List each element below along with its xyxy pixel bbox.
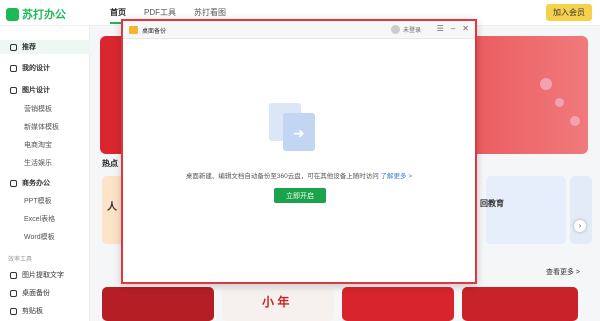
sidebar-item-new-media[interactable]: 新媒体模板	[0, 120, 90, 134]
dialog-title: 桌面备份	[142, 29, 167, 35]
scan-icon	[10, 271, 17, 279]
learn-more-link[interactable]: 了解更多 >	[381, 173, 413, 180]
sidebar: 推荐 我的设计 图片设计 营销模板 新媒体模板 电商淘宝 生活娱乐 商务办公 P…	[0, 26, 90, 321]
main-nav: 首页 PDF工具 苏打看图	[110, 7, 226, 24]
backup-illustration: ➜	[269, 103, 321, 151]
login-status[interactable]: 未登录	[390, 25, 421, 34]
logo-icon	[6, 7, 19, 21]
backup-icon	[10, 289, 17, 297]
sidebar-item-label: 推荐	[22, 44, 36, 51]
dialog-title-bar: 桌面备份 未登录 ☰ – ✕	[123, 21, 475, 39]
sidebar-item-lifestyle[interactable]: 生活娱乐	[0, 156, 90, 170]
template-card[interactable]	[102, 287, 214, 321]
template-card[interactable]: 回教育	[480, 176, 566, 244]
nav-home[interactable]: 首页	[110, 7, 126, 24]
logo-text: 苏打办公	[22, 9, 66, 21]
close-icon[interactable]: ✕	[462, 24, 469, 33]
enable-now-button[interactable]: 立即开启	[274, 188, 326, 203]
tools-section-title: 效率工具	[8, 257, 33, 263]
view-more-link[interactable]: 查看更多 >	[546, 267, 580, 277]
menu-icon[interactable]: ☰	[437, 24, 444, 33]
template-card[interactable]: 小 年	[222, 287, 334, 321]
desktop-backup-dialog: 桌面备份 未登录 ☰ – ✕ ➜ 桌面新建、编辑文档自动备份至360云盘，可在其…	[121, 19, 477, 284]
app-logo[interactable]: 苏打办公	[6, 6, 66, 22]
hot-section-title: 热点	[102, 159, 118, 168]
card-text: 小 年	[262, 295, 290, 309]
card-text: 回教育	[480, 199, 504, 208]
briefcase-icon	[10, 179, 17, 187]
sidebar-item-label: 桌面备份	[22, 290, 50, 297]
sidebar-item-label: 图片设计	[22, 87, 50, 94]
image-icon	[10, 86, 17, 94]
sidebar-item-ppt[interactable]: PPT模板	[0, 194, 90, 208]
minimize-icon[interactable]: –	[451, 24, 455, 33]
bookmark-icon	[10, 43, 17, 51]
login-label: 未登录	[402, 28, 421, 34]
arrow-right-icon: ➜	[293, 125, 305, 141]
sidebar-item-label: 剪贴板	[22, 308, 43, 315]
dialog-description: 桌面新建、编辑文档自动备份至360云盘，可在其他设备上随时访问 了解更多 >	[123, 170, 475, 180]
flower-decoration	[540, 78, 552, 90]
sidebar-item-recommend[interactable]: 推荐	[0, 40, 90, 54]
sidebar-item-clipboard[interactable]: 剪贴板	[0, 304, 90, 318]
sidebar-item-word[interactable]: Word模板	[0, 230, 90, 244]
sidebar-item-ocr[interactable]: 图片提取文字	[0, 268, 90, 282]
description-text: 桌面新建、编辑文档自动备份至360云盘，可在其他设备上随时访问	[185, 173, 379, 180]
window-controls: ☰ – ✕	[437, 24, 469, 33]
card-text: 人	[107, 202, 117, 213]
sidebar-item-ecommerce[interactable]: 电商淘宝	[0, 138, 90, 152]
template-card[interactable]	[462, 287, 578, 321]
sidebar-item-business[interactable]: 商务办公	[0, 176, 90, 190]
sidebar-item-label: 图片提取文字	[22, 272, 64, 279]
sidebar-item-label: 商务办公	[22, 180, 50, 187]
template-card[interactable]	[570, 176, 592, 244]
sidebar-item-marketing[interactable]: 营销模板	[0, 102, 90, 116]
flower-decoration	[555, 98, 564, 107]
sidebar-item-label: 我的设计	[22, 65, 50, 72]
flower-decoration	[570, 116, 580, 126]
nav-pdf-tools[interactable]: PDF工具	[144, 7, 176, 18]
sidebar-item-image-design[interactable]: 图片设计	[0, 83, 90, 97]
nav-suda-viewer[interactable]: 苏打看图	[194, 7, 226, 18]
design-icon	[10, 64, 17, 72]
sidebar-item-desktop-backup[interactable]: 桌面备份	[0, 286, 90, 300]
carousel-next-button[interactable]: ›	[574, 220, 586, 232]
sidebar-item-my-design[interactable]: 我的设计	[0, 61, 90, 75]
avatar-icon	[390, 25, 400, 34]
template-card[interactable]	[342, 287, 454, 321]
clipboard-icon	[10, 307, 17, 315]
join-member-button[interactable]: 加入会员	[546, 4, 592, 21]
chevron-right-icon: ›	[578, 222, 582, 230]
folder-icon	[129, 26, 138, 34]
sidebar-item-excel[interactable]: Excel表格	[0, 212, 90, 226]
